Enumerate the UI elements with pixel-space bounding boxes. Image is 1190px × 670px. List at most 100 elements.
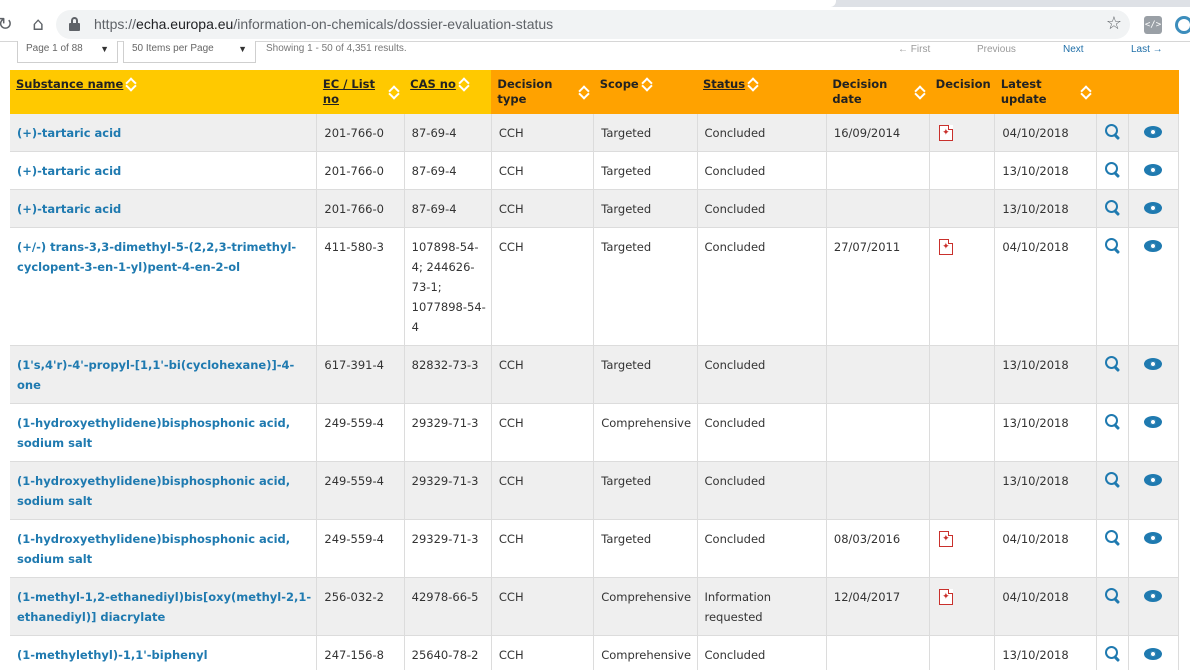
active-tab[interactable]: [0, 0, 836, 7]
view-action-cell: [1128, 151, 1180, 190]
col-substance-name[interactable]: Substance name: [10, 70, 317, 114]
decision-type: CCH: [491, 227, 595, 346]
col-status[interactable]: Status: [697, 70, 827, 114]
status: Concluded: [697, 461, 827, 520]
scope: Targeted: [593, 189, 698, 228]
search-icon[interactable]: [1104, 530, 1120, 546]
substance-name-link[interactable]: (1-hydroxyethylidene)bisphosphonic acid,…: [10, 519, 318, 578]
search-icon[interactable]: [1104, 588, 1120, 604]
pdf-icon[interactable]: [939, 239, 954, 255]
eye-icon[interactable]: [1144, 532, 1163, 544]
home-icon[interactable]: ⌂: [27, 13, 49, 35]
extension-code-icon[interactable]: </>: [1144, 16, 1162, 34]
table-row: (1's,4'r)-4'-propyl-[1,1'-bi(cyclohexane…: [10, 345, 1180, 404]
eye-icon[interactable]: [1144, 126, 1163, 138]
search-icon[interactable]: [1104, 356, 1120, 372]
table-row: (+)-tartaric acid 201-766-0 87-69-4 CCH Targ…: [10, 114, 1180, 152]
decision-cell: [929, 227, 996, 346]
decision-cell: [929, 461, 996, 520]
search-icon[interactable]: [1104, 124, 1120, 140]
decision-date: [826, 345, 931, 404]
col-decision-type[interactable]: Decision type: [491, 70, 594, 114]
substance-name-link[interactable]: (1-methylethyl)-1,1'-biphenyl: [10, 635, 318, 670]
ec-number: 201-766-0: [316, 114, 405, 152]
scope: Targeted: [593, 227, 698, 346]
latest-update: 04/10/2018: [994, 114, 1097, 152]
extension-icon[interactable]: [1175, 16, 1190, 34]
latest-update: 04/10/2018: [994, 519, 1097, 578]
search-action-cell: [1096, 635, 1129, 670]
eye-icon[interactable]: [1144, 164, 1163, 176]
caret-down-icon: ▼: [238, 44, 247, 54]
cas-number: 25640-78-2: [404, 635, 492, 670]
next-page-link[interactable]: Next: [1063, 44, 1084, 55]
latest-update: 13/10/2018: [994, 635, 1097, 670]
col-scope[interactable]: Scope: [593, 70, 697, 114]
eye-icon[interactable]: [1144, 240, 1163, 252]
decision-type: CCH: [491, 403, 595, 462]
pdf-icon[interactable]: [939, 589, 954, 605]
eye-icon[interactable]: [1144, 202, 1163, 214]
col-ec-list-no[interactable]: EC / List no: [316, 70, 405, 114]
eye-icon[interactable]: [1144, 416, 1163, 428]
sort-icon[interactable]: [390, 86, 398, 98]
substance-name-link[interactable]: (+/-) trans-3,3-dimethyl-5-(2,2,3-trimet…: [10, 227, 318, 346]
eye-icon[interactable]: [1144, 474, 1163, 486]
sort-icon[interactable]: [460, 78, 468, 90]
previous-page-link[interactable]: Previous: [977, 44, 1016, 55]
table-row: (+)-tartaric acid 201-766-0 87-69-4 CCH Targ…: [10, 151, 1180, 190]
eye-icon[interactable]: [1144, 648, 1163, 660]
substance-name-link[interactable]: (1's,4'r)-4'-propyl-[1,1'-bi(cyclohexane…: [10, 345, 318, 404]
per-page-select[interactable]: 50 Items per Page ▼: [123, 41, 256, 63]
eye-icon[interactable]: [1144, 358, 1163, 370]
decision-type: CCH: [491, 151, 595, 190]
sort-icon[interactable]: [580, 86, 588, 98]
reload-icon[interactable]: ↻: [0, 13, 16, 35]
substance-name-link[interactable]: (+)-tartaric acid: [10, 114, 318, 152]
scope: Targeted: [593, 151, 698, 190]
search-icon[interactable]: [1104, 646, 1120, 662]
scope: Targeted: [593, 461, 698, 520]
decision-cell: [929, 635, 996, 670]
status: Information requested: [697, 577, 827, 636]
first-page-link[interactable]: ← First: [898, 44, 930, 55]
sort-icon[interactable]: [127, 78, 135, 90]
sort-icon[interactable]: [916, 86, 924, 98]
search-icon[interactable]: [1104, 238, 1120, 254]
search-action-cell: [1096, 577, 1129, 636]
substance-name-link[interactable]: (1-hydroxyethylidene)bisphosphonic acid,…: [10, 461, 318, 520]
sort-icon[interactable]: [749, 78, 757, 90]
table-row: (1-methyl-1,2-ethanediyl)bis[oxy(methyl-…: [10, 577, 1180, 636]
col-cas-no[interactable]: CAS no: [404, 70, 492, 114]
substance-name-link[interactable]: (+)-tartaric acid: [10, 151, 318, 190]
substance-name-link[interactable]: (+)-tartaric acid: [10, 189, 318, 228]
cas-number: 82832-73-3: [404, 345, 492, 404]
decision-cell: [929, 519, 996, 578]
col-decision-date[interactable]: Decision date: [826, 70, 930, 114]
table-row: (1-hydroxyethylidene)bisphosphonic acid,…: [10, 461, 1180, 520]
search-icon[interactable]: [1104, 200, 1120, 216]
search-icon[interactable]: [1104, 162, 1120, 178]
page-select[interactable]: Page 1 of 88 ▼: [17, 41, 118, 63]
sort-icon[interactable]: [643, 78, 651, 90]
ec-number: 256-032-2: [316, 577, 405, 636]
ec-number: 249-559-4: [316, 403, 405, 462]
bookmark-star-icon[interactable]: ☆: [1106, 13, 1122, 34]
status: Concluded: [697, 519, 827, 578]
pdf-icon[interactable]: [939, 531, 954, 547]
substance-name-link[interactable]: (1-hydroxyethylidene)bisphosphonic acid,…: [10, 403, 318, 462]
eye-icon[interactable]: [1144, 590, 1163, 602]
pdf-icon[interactable]: [939, 125, 954, 141]
search-icon[interactable]: [1104, 414, 1120, 430]
sort-icon[interactable]: [1082, 86, 1090, 98]
url-text: https://echa.europa.eu/information-on-ch…: [94, 16, 554, 32]
last-page-link[interactable]: Last →: [1131, 44, 1163, 55]
decision-cell: [929, 151, 996, 190]
address-bar[interactable]: https://echa.europa.eu/information-on-ch…: [56, 10, 1130, 39]
col-latest-update[interactable]: Latest update: [994, 70, 1097, 114]
view-action-cell: [1128, 635, 1180, 670]
search-action-cell: [1096, 403, 1129, 462]
substance-name-link[interactable]: (1-methyl-1,2-ethanediyl)bis[oxy(methyl-…: [10, 577, 318, 636]
search-icon[interactable]: [1104, 472, 1120, 488]
decision-date: 08/03/2016: [826, 519, 931, 578]
